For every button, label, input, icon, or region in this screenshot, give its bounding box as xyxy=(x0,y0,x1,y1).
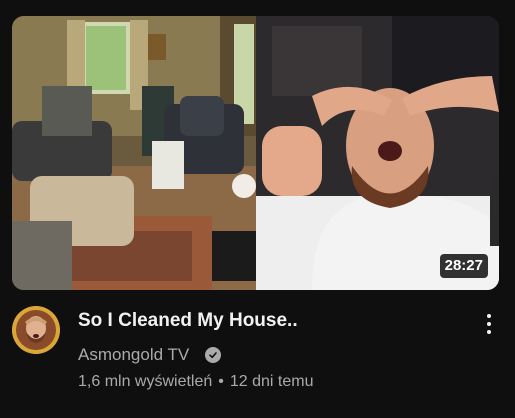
more-vert-icon-dot xyxy=(487,330,491,334)
channel-avatar[interactable] xyxy=(12,306,60,354)
avatar-image xyxy=(12,306,60,354)
more-options-button[interactable] xyxy=(477,310,501,338)
video-thumbnail[interactable]: 28:27 xyxy=(12,16,499,290)
channel-row[interactable]: Asmongold TV xyxy=(78,343,222,367)
meta-separator: • xyxy=(218,373,224,390)
video-title[interactable]: So I Cleaned My House.. xyxy=(78,307,458,335)
upload-age: 12 dni temu xyxy=(229,373,314,390)
verified-check-icon xyxy=(205,347,222,363)
more-vert-icon xyxy=(487,314,491,318)
more-vert-icon-dot xyxy=(487,322,491,326)
video-metadata: 1,6 mln wyświetleń • 12 dni temu xyxy=(78,370,314,394)
video-duration: 28:27 xyxy=(439,254,488,278)
view-count: 1,6 mln wyświetleń xyxy=(78,373,213,390)
channel-name[interactable]: Asmongold TV xyxy=(78,343,189,367)
thumbnail-image xyxy=(12,16,499,290)
